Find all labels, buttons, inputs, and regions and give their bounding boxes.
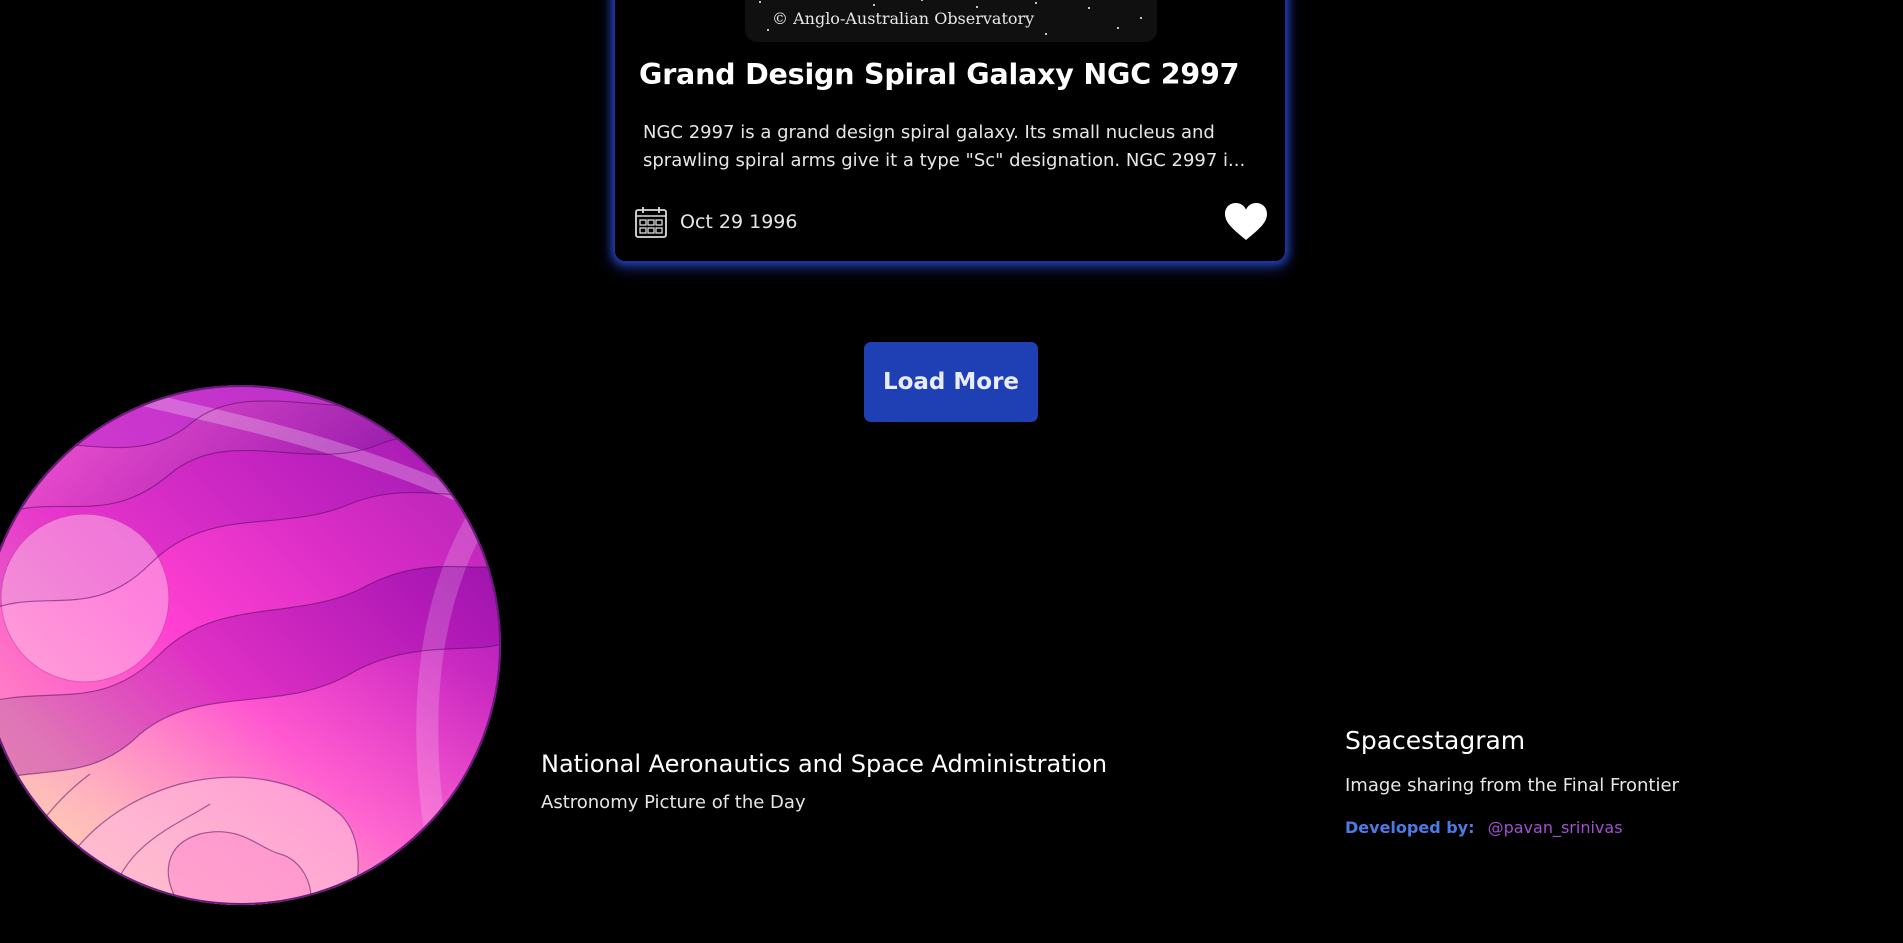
nasa-subtitle: Astronomy Picture of the Day: [541, 792, 806, 813]
heart-icon[interactable]: [1224, 202, 1268, 242]
date-text: Oct 29 1996: [680, 211, 798, 233]
image-credit: © Anglo-Australian Observatory: [772, 9, 1035, 28]
card-description-line: NGC 2997 is a grand design spiral galaxy…: [643, 122, 1215, 143]
calendar-icon: [635, 207, 667, 238]
card-date: Oct 29 1996: [634, 205, 797, 239]
app-tagline: Image sharing from the Final Frontier: [1345, 775, 1679, 796]
card-image: © Anglo-Australian Observatory: [745, 0, 1157, 42]
load-more-button[interactable]: Load More: [864, 342, 1038, 422]
app-title: Spacestagram: [1345, 726, 1526, 755]
card-description: NGC 2997 is a grand design spiral galaxy…: [643, 119, 1268, 175]
page: © Anglo-Australian Observatory Grand Des…: [0, 0, 1903, 943]
developer-credit: Developed by: @pavan_srinivas: [1345, 818, 1623, 837]
card-description-line: sprawling spiral arms give it a type "Sc…: [643, 150, 1246, 171]
developed-by-label: Developed by:: [1345, 818, 1475, 837]
card-title: Grand Design Spiral Galaxy NGC 2997: [639, 58, 1240, 91]
nasa-title: National Aeronautics and Space Administr…: [541, 750, 1108, 778]
planet-illustration: [0, 385, 501, 905]
developer-link[interactable]: @pavan_srinivas: [1488, 818, 1623, 837]
